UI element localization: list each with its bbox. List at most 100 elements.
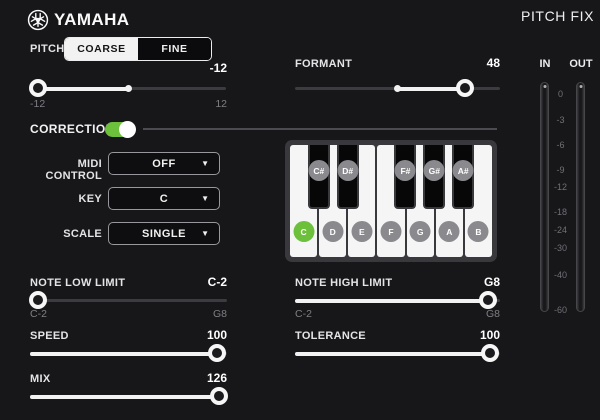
meter-scale-tick: -60 [550,305,571,315]
section-divider [143,128,497,130]
note-high-limit-label: NOTE HIGH LIMIT [295,277,392,289]
mix-slider[interactable] [30,387,227,405]
note-low-limit-value: C-2 [208,275,227,289]
logo-text: YAMAHA [54,10,129,30]
slider-fill [38,87,128,91]
fine-button[interactable]: FINE [138,38,211,60]
note-badge-D: D [322,221,343,242]
note-badge-A#: A# [453,160,474,181]
meter-scale-tick: 0 [550,89,571,99]
high-range-max: G8 [486,308,500,320]
out-level-meter [576,82,585,312]
meter-scale-tick: -30 [550,243,571,253]
slider-fill [295,299,488,303]
midi-control-dropdown[interactable]: OFF ▼ [108,152,220,175]
correction-label: CORRECTION [30,122,115,136]
piano-keyboard: CDEFGAB C# D# F# G# A# [285,140,497,262]
level-meters: IN OUT 0-3-6-9-12-18-24-30-40-60 [520,58,600,320]
slider-handle[interactable] [29,291,47,309]
speed-label: SPEED [30,330,69,342]
note-badge-G#: G# [424,160,445,181]
yamaha-logo: YAMAHA [27,9,129,31]
note-badge-G: G [410,221,431,242]
meter-scale-tick: -24 [550,225,571,235]
formant-value: 48 [487,56,500,70]
black-key-C#[interactable]: C# [308,145,330,209]
chevron-down-icon: ▼ [201,194,209,203]
pitch-value: -12 [130,61,227,75]
meter-scale-tick: -3 [550,115,571,125]
black-key-D#[interactable]: D# [337,145,359,209]
midi-control-value: OFF [152,158,176,170]
out-meter-label: OUT [566,58,596,70]
meter-scale-tick: -9 [550,165,571,175]
chevron-down-icon: ▼ [201,159,209,168]
speed-value: 100 [207,328,227,342]
pitch-slider[interactable] [30,79,226,97]
note-low-limit-slider[interactable] [30,291,227,309]
black-key-F#[interactable]: F# [394,145,416,209]
note-badge-D#: D# [337,160,358,181]
slider-center-dot [125,85,132,92]
note-badge-F#: F# [395,160,416,181]
scale-value: SINGLE [142,228,186,240]
toggle-knob [119,121,136,138]
slider-fill [295,352,490,356]
midi-control-label: MIDI CONTROL [20,158,102,182]
note-badge-E: E [351,221,372,242]
slider-handle[interactable] [479,291,497,309]
formant-label: FORMANT [295,58,352,70]
scale-dropdown[interactable]: SINGLE ▼ [108,222,220,245]
meter-scale-tick: -6 [550,140,571,150]
plugin-title: PITCH FIX [521,8,594,24]
note-badge-B: B [468,221,489,242]
slider-handle[interactable] [481,344,499,362]
pitch-label: PITCH [30,43,65,55]
scale-label: SCALE [20,228,102,240]
peak-indicator [579,85,582,88]
tolerance-label: TOLERANCE [295,330,366,342]
formant-slider[interactable] [295,79,500,97]
note-low-limit-label: NOTE LOW LIMIT [30,277,125,289]
coarse-button[interactable]: COARSE [65,38,138,60]
pitch-mode-segmented-control: COARSE FINE [64,37,212,61]
meter-scale-tick: -18 [550,207,571,217]
low-range-max: G8 [213,308,227,320]
note-high-limit-slider[interactable] [295,291,500,309]
pitch-range-max: 12 [215,98,227,110]
yamaha-tuning-forks-icon [27,9,49,31]
pitch-fix-plugin-window: YAMAHA PITCH FIX PITCH COARSE FINE -12 -… [0,0,600,420]
correction-toggle[interactable] [105,122,134,137]
tolerance-value: 100 [480,328,500,342]
meter-scale-tick: -40 [550,270,571,280]
mix-value: 126 [207,371,227,385]
note-badge-A: A [439,221,460,242]
slider-handle[interactable] [210,387,228,405]
slider-track[interactable] [30,299,227,302]
high-range-min: C-2 [295,308,312,320]
key-value: C [160,193,168,205]
note-badge-C: C [293,221,314,242]
black-key-A#[interactable]: A# [452,145,474,209]
speed-slider[interactable] [30,344,227,362]
low-range-min: C-2 [30,308,47,320]
note-badge-F: F [380,221,401,242]
slider-center-dot [394,85,401,92]
slider-handle[interactable] [456,79,474,97]
pitch-range-min: -12 [30,98,45,110]
peak-indicator [543,85,546,88]
note-badge-C#: C# [308,160,329,181]
slider-handle[interactable] [29,79,47,97]
key-dropdown[interactable]: C ▼ [108,187,220,210]
meter-scale-tick: -12 [550,182,571,192]
black-key-G#[interactable]: G# [423,145,445,209]
in-level-meter [540,82,549,312]
chevron-down-icon: ▼ [201,229,209,238]
slider-handle[interactable] [208,344,226,362]
key-label: KEY [20,193,102,205]
slider-fill [30,395,219,399]
slider-fill [398,87,466,91]
tolerance-slider[interactable] [295,344,500,362]
mix-label: MIX [30,373,50,385]
slider-fill [30,352,217,356]
